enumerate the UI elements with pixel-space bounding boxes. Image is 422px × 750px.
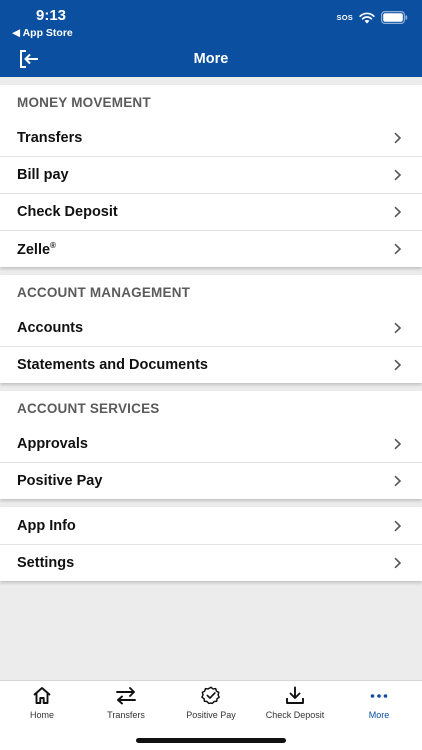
tab-check-deposit[interactable]: Check Deposit bbox=[253, 686, 337, 720]
menu-item-label: Transfers bbox=[17, 129, 83, 146]
back-to-app-store-link[interactable]: ◀ App Store bbox=[12, 27, 73, 39]
menu-item-bill-pay[interactable]: Bill pay bbox=[0, 156, 422, 193]
menu-item-label: Positive Pay bbox=[17, 473, 103, 489]
menu-item-label: Check Deposit bbox=[17, 204, 118, 220]
chevron-right-icon bbox=[394, 243, 402, 255]
chevron-right-icon bbox=[394, 438, 402, 449]
download-tray-icon bbox=[286, 686, 304, 704]
section-header: ACCOUNT MANAGEMENT bbox=[17, 285, 191, 300]
menu-item-settings[interactable]: Settings bbox=[0, 544, 422, 581]
section-account-management: ACCOUNT MANAGEMENT Accounts Statements a… bbox=[0, 275, 422, 383]
tab-label: Home bbox=[29, 710, 54, 720]
zelle-label: Zelle bbox=[17, 241, 51, 258]
tab-transfers[interactable]: Transfers bbox=[84, 686, 168, 720]
chevron-right-icon bbox=[394, 359, 402, 371]
menu-item-positive-pay[interactable]: Positive Pay bbox=[0, 462, 422, 499]
badge-check-icon bbox=[201, 686, 220, 705]
section-app: App Info Settings bbox=[0, 507, 422, 581]
menu-item-label: Statements and Documents bbox=[17, 357, 208, 373]
section-money-movement: MONEY MOVEMENT Transfers Bill pay Check … bbox=[0, 85, 422, 267]
chevron-right-icon bbox=[394, 132, 402, 143]
sos-indicator: SOS bbox=[336, 13, 353, 22]
tab-home[interactable]: Home bbox=[0, 686, 84, 720]
menu-item-statements-and-documents[interactable]: Statements and Documents bbox=[0, 346, 422, 383]
menu-item-app-info[interactable]: App Info bbox=[0, 507, 422, 544]
chevron-right-icon bbox=[394, 475, 402, 487]
chevron-right-icon bbox=[394, 557, 402, 569]
menu-item-label: Zelle® bbox=[17, 241, 56, 258]
section-header: MONEY MOVEMENT bbox=[17, 95, 151, 110]
menu-item-label: Accounts bbox=[17, 319, 84, 336]
tab-label: Check Deposit bbox=[265, 710, 325, 720]
section-account-services: ACCOUNT SERVICES Approvals Positive Pay bbox=[0, 391, 422, 499]
menu-item-label: Bill pay bbox=[17, 167, 69, 183]
tab-label: More bbox=[368, 710, 390, 720]
chevron-right-icon bbox=[394, 169, 402, 181]
app-header: 9:13 ◀ App Store SOS More bbox=[0, 0, 422, 77]
tab-label: Transfers bbox=[107, 710, 145, 720]
more-dots-icon bbox=[370, 694, 388, 698]
menu-item-approvals[interactable]: Approvals bbox=[0, 425, 422, 462]
chevron-right-icon bbox=[394, 520, 402, 531]
page-title: More bbox=[193, 51, 229, 67]
home-indicator[interactable] bbox=[136, 738, 286, 743]
more-screen: 9:13 ◀ App Store SOS More MONEY MOVEMENT bbox=[0, 0, 422, 750]
tab-positive-pay[interactable]: Positive Pay bbox=[169, 686, 253, 720]
tab-more[interactable]: More bbox=[337, 686, 421, 720]
chevron-right-icon bbox=[394, 206, 402, 218]
home-icon bbox=[33, 687, 51, 704]
menu-item-label: Approvals bbox=[17, 435, 88, 452]
menu-item-check-deposit[interactable]: Check Deposit bbox=[0, 193, 422, 230]
menu-item-zelle[interactable]: Zelle® bbox=[0, 230, 422, 267]
more-menu-list: MONEY MOVEMENT Transfers Bill pay Check … bbox=[0, 77, 422, 680]
chevron-right-icon bbox=[394, 322, 402, 333]
tab-label: Positive Pay bbox=[186, 710, 236, 720]
section-header: ACCOUNT SERVICES bbox=[17, 401, 160, 416]
menu-item-transfers[interactable]: Transfers bbox=[0, 119, 422, 156]
battery-icon bbox=[381, 11, 408, 24]
transfer-arrows-icon bbox=[116, 687, 136, 705]
status-icons: SOS bbox=[337, 11, 408, 24]
menu-item-label: App Info bbox=[17, 517, 76, 534]
status-time: 9:13 bbox=[36, 7, 67, 24]
registered-mark: ® bbox=[50, 240, 56, 250]
menu-item-label: Settings bbox=[17, 555, 75, 571]
wifi-icon bbox=[359, 12, 375, 23]
menu-item-accounts[interactable]: Accounts bbox=[0, 309, 422, 346]
